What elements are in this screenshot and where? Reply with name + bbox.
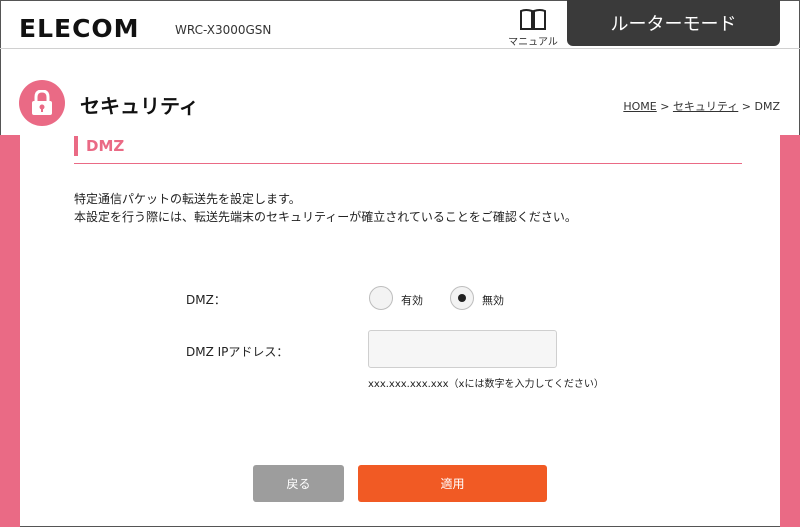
router-mode-label: ルーターモード: [610, 14, 737, 35]
apply-button[interactable]: 適用: [358, 465, 547, 502]
elecom-logo: ELECOM: [19, 14, 140, 43]
dmz-enable-radio[interactable]: [369, 286, 393, 310]
dmz-disable-label[interactable]: 無効: [482, 292, 504, 308]
dmz-ip-label: DMZ IPアドレス：: [186, 345, 289, 359]
page-title: セキュリティ: [80, 94, 199, 118]
dmz-ip-input[interactable]: [368, 330, 557, 368]
breadcrumb-security-link[interactable]: セキュリティ: [673, 100, 738, 113]
right-side-bar: [780, 135, 800, 527]
breadcrumb-current: DMZ: [754, 100, 781, 113]
router-mode-tab[interactable]: ルーターモード: [567, 0, 780, 46]
manual-label: マニュアル: [508, 37, 558, 48]
dmz-label: DMZ：: [186, 293, 226, 307]
section-marker: [74, 136, 78, 156]
breadcrumb-home-link[interactable]: HOME: [623, 100, 656, 113]
breadcrumb-separator: >: [656, 100, 673, 113]
description-line: 本設定を行う際には、転送先端末のセキュリティーが確立されていることをご確認くださ…: [74, 210, 577, 224]
page-frame: [0, 0, 800, 527]
left-side-bar: [0, 135, 20, 527]
ip-format-hint: xxx.xxx.xxx.xxx（xには数字を入力してください）: [368, 379, 604, 390]
manual-button[interactable]: マニュアル: [508, 8, 558, 48]
model-name: WRC-X3000GSN: [175, 23, 272, 37]
book-icon: [520, 9, 546, 30]
back-button[interactable]: 戻る: [253, 465, 344, 502]
section-description: 特定通信パケットの転送先を設定します。 本設定を行う際には、転送先端末のセキュリ…: [74, 190, 577, 226]
dmz-disable-radio[interactable]: [450, 286, 474, 310]
dmz-enable-label[interactable]: 有効: [401, 292, 423, 308]
breadcrumb-separator: >: [738, 100, 755, 113]
security-badge: [19, 80, 65, 126]
description-line: 特定通信パケットの転送先を設定します。: [74, 192, 301, 206]
header-divider: [0, 48, 800, 49]
lock-icon: [32, 90, 52, 115]
section-title: DMZ: [86, 137, 125, 155]
breadcrumb: HOME > セキュリティ > DMZ: [623, 98, 780, 114]
section-divider: [74, 163, 742, 164]
